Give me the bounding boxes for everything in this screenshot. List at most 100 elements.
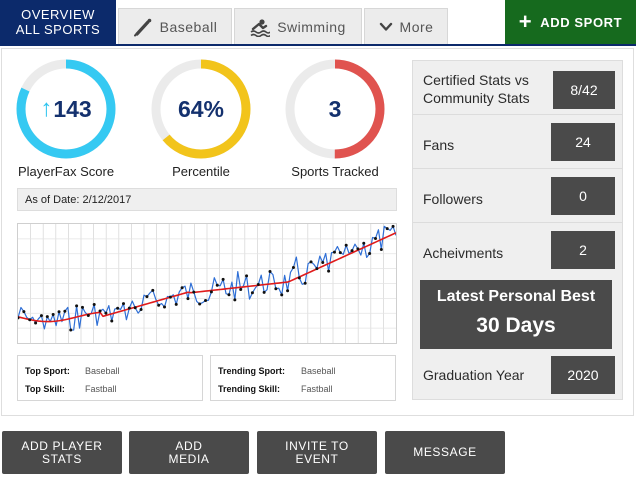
- trending-skill-value: Fastball: [301, 384, 333, 394]
- playerfax-score-value: ↑ 143: [14, 57, 118, 161]
- trend-point: [86, 314, 90, 318]
- tab-more[interactable]: More: [364, 8, 448, 45]
- trend-point: [110, 319, 114, 323]
- trend-point: [321, 260, 325, 264]
- trend-point: [297, 276, 301, 280]
- trend-point: [256, 282, 260, 286]
- btn-line2: STATS: [42, 451, 82, 466]
- trend-point: [385, 227, 389, 231]
- trend-point: [39, 314, 43, 318]
- trending-summary-box: Trending Sport: Baseball Trending Skill:…: [210, 355, 396, 401]
- trend-point: [391, 224, 395, 228]
- trend-point: [268, 270, 272, 274]
- percentile-gauge: 64%: [149, 57, 253, 161]
- message-button[interactable]: MESSAGE: [385, 431, 505, 474]
- trend-point: [379, 247, 383, 251]
- invite-to-event-button[interactable]: INVITE TO EVENT: [257, 431, 377, 474]
- top-sport-key: Top Sport:: [25, 366, 70, 376]
- trend-point: [75, 304, 79, 308]
- trend-point: [121, 302, 125, 306]
- achievements-value: 2: [551, 231, 615, 269]
- top-nav: OVERVIEW ALL SPORTS Baseball Swimming Mo…: [0, 0, 636, 46]
- trending-sport-value: Baseball: [301, 366, 336, 376]
- add-sport-label: ADD SPORT: [540, 15, 623, 30]
- baseball-bat-icon: [133, 18, 151, 37]
- trending-skill-row: Trending Skill: Fastball: [218, 380, 388, 398]
- certified-stats-label-line2: Community Stats: [423, 90, 530, 106]
- as-of-date: As of Date: 2/12/2017: [17, 188, 397, 211]
- tab-baseball-label: Baseball: [159, 19, 218, 35]
- trend-point: [133, 306, 137, 310]
- trending-sport-row: Trending Sport: Baseball: [218, 362, 388, 380]
- achievements-row: Acheivments 2: [423, 231, 615, 271]
- trend-point: [262, 290, 266, 294]
- trend-point: [344, 243, 348, 247]
- trend-point: [239, 287, 243, 291]
- top-skill-row: Top Skill: Fastball: [25, 380, 195, 398]
- trend-point: [209, 290, 213, 294]
- add-media-button[interactable]: ADD MEDIA: [129, 431, 249, 474]
- trend-point: [221, 277, 225, 281]
- certified-stats-label-line1: Certified Stats vs: [423, 72, 529, 88]
- trend-point: [332, 250, 336, 254]
- tab-more-label: More: [399, 19, 434, 35]
- trend-point: [286, 289, 290, 293]
- tab-overview-all-sports[interactable]: OVERVIEW ALL SPORTS: [0, 0, 116, 45]
- tab-baseball[interactable]: Baseball: [118, 8, 232, 45]
- achievements-label: Acheivments: [423, 245, 504, 261]
- arrow-up-icon: ↑: [40, 95, 53, 122]
- trend-point: [309, 260, 313, 264]
- trend-point: [233, 298, 237, 302]
- tab-swimming[interactable]: Swimming: [234, 8, 362, 45]
- chevron-down-icon: [379, 22, 392, 31]
- trend-point: [116, 306, 120, 310]
- graduation-year-label: Graduation Year: [423, 367, 525, 383]
- plus-icon: +: [518, 8, 533, 34]
- trend-point: [250, 291, 254, 295]
- trend-point: [215, 283, 219, 287]
- add-sport-button[interactable]: + ADD SPORT: [505, 0, 636, 45]
- graduation-year-row: Graduation Year 2020: [423, 356, 615, 396]
- trend-point: [368, 252, 372, 256]
- trend-point: [198, 302, 202, 306]
- trend-point: [373, 236, 377, 240]
- tab-swimming-label: Swimming: [277, 19, 346, 35]
- divider: [413, 222, 622, 223]
- trend-point: [274, 287, 278, 291]
- graduation-year-value: 2020: [551, 356, 615, 394]
- trend-point: [327, 269, 331, 273]
- btn-line1: INVITE TO: [285, 438, 349, 453]
- trend-point: [57, 310, 61, 314]
- top-sport-value: Baseball: [85, 366, 120, 376]
- fans-label: Fans: [423, 137, 455, 153]
- trend-chart-svg: [16, 224, 397, 343]
- personal-best-title: Latest Personal Best: [436, 288, 596, 305]
- btn-line1: MESSAGE: [413, 445, 477, 459]
- personal-best-value: 30 Days: [476, 314, 556, 337]
- trend-point: [168, 295, 172, 299]
- trend-point: [69, 328, 73, 332]
- sports-tracked-value: 3: [328, 95, 342, 122]
- btn-line2: MEDIA: [168, 451, 210, 466]
- followers-label: Followers: [423, 191, 483, 207]
- top-summary-box: Top Sport: Baseball Top Skill: Fastball: [17, 355, 203, 401]
- certified-stats-value: 8/42: [553, 71, 615, 109]
- btn-line1: ADD: [175, 438, 203, 453]
- fans-value: 24: [551, 123, 615, 161]
- trend-point: [338, 251, 342, 255]
- trend-point: [186, 297, 190, 301]
- trend-point: [92, 302, 96, 306]
- nav-divider: [0, 44, 636, 46]
- trend-point: [80, 305, 84, 309]
- trend-point: [303, 281, 307, 285]
- percentile-value: 64%: [177, 95, 225, 122]
- trend-point: [45, 315, 49, 319]
- add-player-stats-button[interactable]: ADD PLAYER STATS: [2, 431, 122, 474]
- trend-point: [204, 299, 208, 303]
- sports-tracked-gauge: 3: [283, 57, 387, 161]
- trend-point: [227, 293, 231, 297]
- percentile-label: Percentile: [172, 164, 230, 179]
- trend-point: [180, 286, 184, 290]
- swimmer-icon: [250, 19, 271, 37]
- trend-point: [127, 306, 131, 310]
